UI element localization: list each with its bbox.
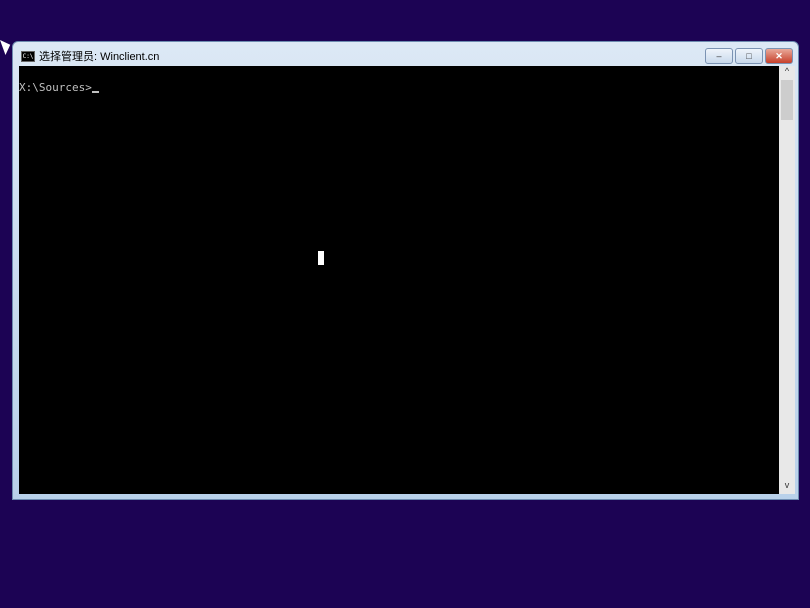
scroll-thumb[interactable]: [781, 80, 793, 120]
scroll-up-button[interactable]: ^: [779, 66, 795, 80]
cmd-icon: C:\: [21, 51, 35, 62]
command-prompt: X:\Sources>: [19, 81, 99, 94]
title-bar: C:\ 选择管理员: Winclient.cn: [21, 48, 159, 64]
text-cursor: [92, 91, 99, 93]
vertical-scrollbar[interactable]: ^ v: [779, 66, 795, 494]
block-cursor: [318, 251, 324, 265]
cmd-window: C:\ 选择管理员: Winclient.cn – □ ✕ X:\Sources…: [12, 41, 799, 500]
minimize-button[interactable]: –: [705, 48, 733, 64]
console-area[interactable]: X:\Sources>: [19, 66, 779, 494]
maximize-button[interactable]: □: [735, 48, 763, 64]
window-title: 选择管理员: Winclient.cn: [39, 48, 159, 64]
prompt-text: X:\Sources>: [19, 81, 92, 94]
close-button[interactable]: ✕: [765, 48, 793, 64]
scroll-down-button[interactable]: v: [779, 480, 795, 494]
